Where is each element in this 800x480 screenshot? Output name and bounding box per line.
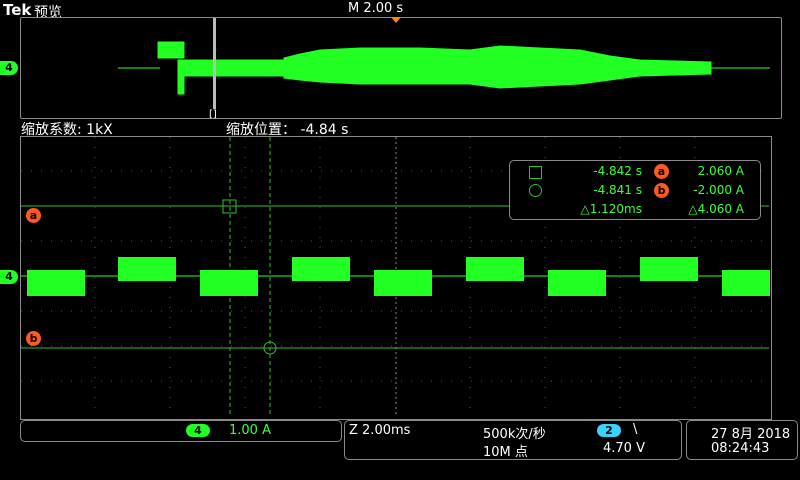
square-cursor-icon: [529, 166, 542, 179]
cursor-2-value: -2.000 A: [693, 183, 744, 197]
channel-4-badge: 4: [186, 424, 210, 437]
cursor-1-time: -4.842 s: [593, 164, 642, 178]
record-length: 10M 点: [483, 445, 528, 460]
overview-zoom-marker: [213, 18, 216, 109]
time-label: 08:24:43: [711, 441, 770, 456]
trigger-source-badge: 2: [597, 424, 621, 437]
channel-4-scale: 1.00 A: [229, 423, 271, 438]
cursor-1-tag: a: [654, 164, 669, 179]
date-label: 27 8月 2018: [711, 427, 791, 442]
cursor-a-marker[interactable]: a: [26, 208, 41, 223]
cursor-1-value: 2.060 A: [697, 164, 744, 178]
trigger-position-arrow: [391, 17, 401, 23]
waveform-canvas: []: [21, 17, 770, 417]
trigger-slope-icon: \: [633, 422, 638, 437]
circle-cursor-icon: [529, 184, 542, 197]
sample-rate: 500k次/秒: [483, 427, 546, 442]
cursor-2-time: -4.841 s: [593, 183, 642, 197]
zoom-scale: Z 2.00ms: [349, 423, 411, 438]
zoom-channel-4-marker[interactable]: 4: [0, 270, 18, 284]
cursor-delta-value: △4.060 A: [688, 202, 744, 216]
acquisition-status-box[interactable]: Z 2.00ms 500k次/秒 10M 点 2 \ 4.70 V: [344, 420, 682, 460]
channel-status-box[interactable]: 4 1.00 A: [20, 420, 342, 442]
datetime-box: 27 8月 2018 08:24:43: [686, 420, 798, 460]
cursor-b-marker[interactable]: b: [26, 331, 41, 346]
cursor-2-tag: b: [654, 183, 669, 198]
cursor-readout-panel[interactable]: -4.842 s a 2.060 A -4.841 s b -2.000 A △…: [509, 160, 761, 220]
trigger-level: 4.70 V: [603, 441, 645, 456]
overview-zoom-bracket: []: [209, 109, 217, 120]
overview-channel-4-marker[interactable]: 4: [0, 61, 18, 75]
cursor-delta-time: △1.120ms: [580, 202, 642, 216]
